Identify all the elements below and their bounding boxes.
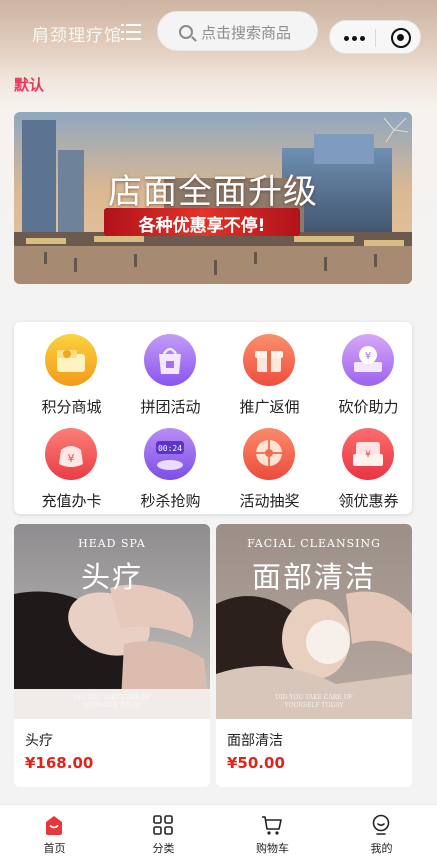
flash-sale-clock-icon: 00:24 bbox=[144, 428, 196, 480]
coupon-icon: ¥ bbox=[342, 428, 394, 480]
product-image-title-cn: 面部清洁 bbox=[251, 560, 376, 594]
tab-cart[interactable]: 购物车 bbox=[218, 805, 327, 864]
tab-label: 分类 bbox=[152, 842, 175, 855]
lottery-wheel-icon bbox=[243, 428, 295, 480]
capsule-divider bbox=[375, 29, 376, 47]
grid-label: 推广返佣 bbox=[239, 398, 300, 416]
close-mini-program-icon[interactable] bbox=[391, 28, 411, 48]
grid-label: 积分商城 bbox=[41, 398, 102, 416]
tab-label: 首页 bbox=[43, 842, 66, 855]
product-image-title-cn: 头疗 bbox=[80, 560, 143, 594]
search-bar[interactable]: 点击搜索商品 bbox=[157, 11, 318, 51]
bargain-coin-icon: ¥ bbox=[342, 334, 394, 386]
grid-item-bargain[interactable]: ¥ 砍价助力 bbox=[319, 325, 418, 417]
grid-item-flash-sale[interactable]: 00:24 秒杀抢购 bbox=[121, 419, 220, 511]
product-price: ¥50.00 bbox=[227, 754, 285, 772]
tab-profile[interactable]: 我的 bbox=[327, 805, 436, 864]
grid-label: 砍价助力 bbox=[338, 398, 399, 416]
grid-item-commission[interactable]: 推广返佣 bbox=[220, 325, 319, 417]
product-image-title-en: HEAD SPA bbox=[78, 537, 146, 550]
group-buy-icon bbox=[144, 334, 196, 386]
product-name: 面部清洁 bbox=[227, 733, 283, 749]
cart-icon bbox=[262, 816, 282, 835]
tab-label: 购物车 bbox=[256, 842, 289, 855]
product-image-caption: DID YOU TAKE CARE OF YOURSELF TODAY bbox=[73, 694, 151, 709]
product-card-facial[interactable]: FACIAL CLEANSING 面部清洁 DID YOU TAKE CARE … bbox=[216, 524, 412, 787]
product-price: ¥168.00 bbox=[25, 754, 94, 772]
banner-subline: 各种优惠享不停! bbox=[138, 216, 266, 236]
grid-item-recharge[interactable]: ¥ 充值办卡 bbox=[22, 419, 121, 511]
banner-headline: 店面全面升级 bbox=[108, 172, 318, 212]
tab-label: 我的 bbox=[370, 842, 393, 855]
feature-grid: 积分商城 拼团活动 推广返佣 ¥ 砍价助力 ¥ 充值办卡 00:24 秒杀抢购 … bbox=[14, 322, 412, 514]
bottom-tab-bar: 首页 分类 购物车 我的 bbox=[0, 804, 437, 864]
svg-text:¥: ¥ bbox=[365, 450, 371, 460]
grid-label: 秒杀抢购 bbox=[140, 492, 201, 510]
product-image-caption: DID YOU TAKE CARE OF YOURSELF TODAY bbox=[275, 694, 353, 709]
category-grid-icon bbox=[153, 815, 173, 835]
flash-sale-timer: 00:24 bbox=[158, 444, 182, 453]
search-icon bbox=[179, 25, 193, 39]
grid-label: 拼团活动 bbox=[140, 398, 201, 416]
svg-text:¥: ¥ bbox=[365, 351, 371, 362]
grid-label: 充值办卡 bbox=[41, 492, 102, 510]
grid-item-points-mall[interactable]: 积分商城 bbox=[22, 325, 121, 417]
product-name: 头疗 bbox=[25, 733, 53, 749]
top-bar: 肩颈理疗馆 点击搜索商品 bbox=[0, 0, 437, 66]
mini-program-capsule bbox=[329, 20, 421, 54]
shop-title: 肩颈理疗馆 bbox=[32, 26, 122, 46]
grid-label: 领优惠券 bbox=[338, 492, 399, 510]
more-menu-icon[interactable] bbox=[344, 36, 366, 41]
promo-banner[interactable]: 店面全面升级 各种优惠享不停! bbox=[14, 112, 412, 284]
product-card-head-spa[interactable]: HEAD SPA 头疗 DID YOU TAKE CARE OF YOURSELF… bbox=[14, 524, 210, 787]
grid-item-lottery[interactable]: 活动抽奖 bbox=[220, 419, 319, 511]
home-icon bbox=[46, 816, 62, 835]
commission-gift-icon bbox=[243, 334, 295, 386]
product-image-title-en: FACIAL CLEANSING bbox=[247, 537, 381, 550]
svg-text:¥: ¥ bbox=[68, 452, 75, 465]
points-mall-icon bbox=[45, 334, 97, 386]
tab-default[interactable]: 默认 bbox=[14, 74, 44, 95]
tab-home[interactable]: 首页 bbox=[0, 805, 109, 864]
recharge-bag-icon: ¥ bbox=[45, 428, 97, 480]
grid-item-group-buy[interactable]: 拼团活动 bbox=[121, 325, 220, 417]
grid-label: 活动抽奖 bbox=[239, 492, 300, 510]
tab-category[interactable]: 分类 bbox=[109, 805, 218, 864]
profile-icon bbox=[372, 814, 390, 835]
menu-icon[interactable] bbox=[121, 24, 141, 40]
search-placeholder: 点击搜索商品 bbox=[201, 24, 292, 42]
grid-item-coupon[interactable]: ¥ 领优惠券 bbox=[319, 419, 418, 511]
